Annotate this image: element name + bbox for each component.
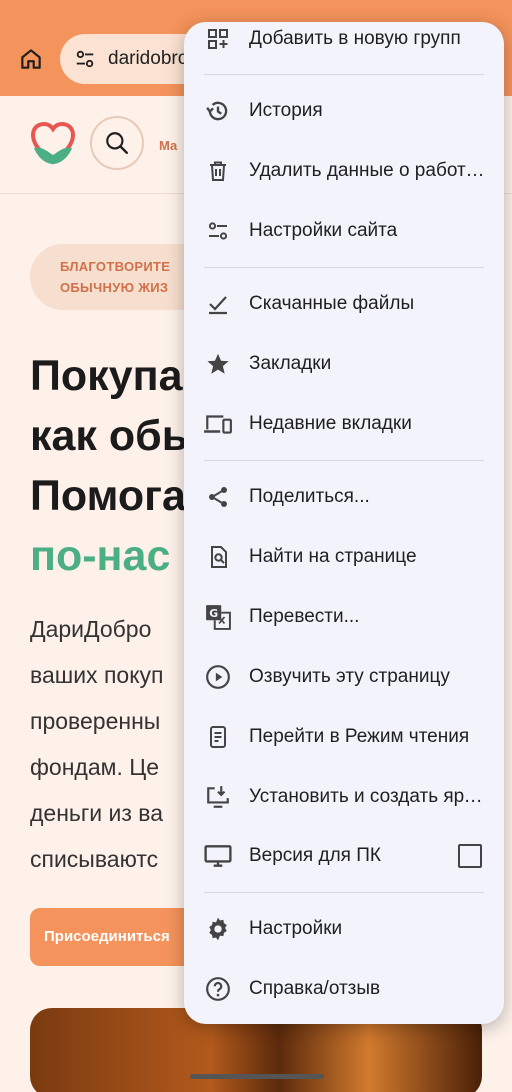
desktop-version-checkbox[interactable] <box>458 844 482 868</box>
settings-gear-icon <box>200 911 236 947</box>
desktop-icon <box>200 838 236 874</box>
menu-item-desktop-version[interactable]: Версия для ПК <box>184 827 504 885</box>
lead-line: списываютс <box>30 846 159 872</box>
hero-line: как обы <box>30 412 199 460</box>
home-button[interactable] <box>14 42 48 76</box>
menu-item-install[interactable]: Установить и создать ярлык <box>184 768 504 826</box>
menu-item-label: История <box>249 100 323 121</box>
downloads-icon <box>200 286 236 322</box>
translate-icon: G <box>200 599 236 635</box>
hero-line-accent: по-нас <box>30 532 171 580</box>
find-in-page-icon <box>200 539 236 575</box>
menu-item-reader-mode[interactable]: Перейти в Режим чтения <box>184 708 504 766</box>
menu-item-label: Настройки <box>249 918 343 939</box>
menu-divider <box>204 267 484 268</box>
share-icon <box>200 479 236 515</box>
help-icon <box>200 971 236 1007</box>
search-icon <box>106 132 128 154</box>
lead-paragraph: ДариДобро ваших покуп проверенны фондам.… <box>30 606 163 882</box>
menu-item-label: Озвучить эту страницу <box>249 666 450 687</box>
menu-item-label: Недавние вкладки <box>249 413 412 434</box>
browser-overflow-menu: Добавить в новую групп История Удалить д… <box>184 22 504 1024</box>
install-icon <box>200 779 236 815</box>
add-to-group-icon <box>200 22 236 57</box>
lead-line: ваших покуп <box>30 662 164 688</box>
menu-item-clear-data[interactable]: Удалить данные о работе в браузере <box>184 142 504 200</box>
hero-heading: Покупа как обы Помога по-нас <box>30 346 198 586</box>
menu-item-label: Удалить данные о работе в браузере <box>249 160 489 181</box>
menu-item-label: Добавить в новую групп <box>249 28 461 49</box>
menu-divider <box>204 74 484 75</box>
menu-item-downloads[interactable]: Скачанные файлы <box>184 275 504 333</box>
menu-item-label: Перейти в Режим чтения <box>249 726 470 747</box>
lead-line: проверенны <box>30 708 161 734</box>
menu-item-label: Скачанные файлы <box>249 293 415 314</box>
menu-item-find-in-page[interactable]: Найти на странице <box>184 528 504 586</box>
menu-item-translate[interactable]: G Перевести... <box>184 588 504 646</box>
menu-item-site-settings[interactable]: Настройки сайта <box>184 202 504 260</box>
menu-item-settings[interactable]: Настройки <box>184 900 504 958</box>
lead-line: ДариДобро <box>30 616 152 642</box>
menu-divider <box>204 460 484 461</box>
menu-item-label: Перевести... <box>249 606 360 627</box>
menu-item-history[interactable]: История <box>184 82 504 140</box>
menu-item-share[interactable]: Поделиться... <box>184 468 504 526</box>
hero-line: Помога <box>30 472 186 520</box>
star-icon <box>200 346 236 382</box>
svg-text:G: G <box>209 607 218 620</box>
url-text: daridobro <box>108 48 189 69</box>
site-search-button[interactable] <box>90 116 144 170</box>
play-icon <box>200 659 236 695</box>
menu-item-label: Поделиться... <box>249 486 370 507</box>
reader-mode-icon <box>200 719 236 755</box>
menu-item-label: Настройки сайта <box>249 220 398 241</box>
lead-line: деньги из ва <box>30 800 164 826</box>
hero-line: Покупа <box>30 352 183 400</box>
menu-item-help[interactable]: Справка/отзыв <box>184 960 504 1018</box>
menu-item-bookmarks[interactable]: Закладки <box>184 335 504 393</box>
menu-item-add-to-group[interactable]: Добавить в новую групп <box>184 22 504 68</box>
menu-item-recent-tabs[interactable]: Недавние вкладки <box>184 395 504 453</box>
devices-icon <box>200 406 236 442</box>
menu-item-label: Установить и создать ярлык <box>249 786 489 807</box>
gesture-nav-handle[interactable] <box>190 1074 324 1079</box>
menu-item-read-aloud[interactable]: Озвучить эту страницу <box>184 648 504 706</box>
menu-item-label: Справка/отзыв <box>249 978 381 999</box>
site-info-icon[interactable] <box>72 46 98 72</box>
home-icon <box>21 49 41 69</box>
menu-item-label: Найти на странице <box>249 546 417 567</box>
trash-icon <box>200 153 236 189</box>
menu-divider <box>204 892 484 893</box>
menu-item-label: Закладки <box>249 353 332 374</box>
history-icon <box>200 93 236 129</box>
lead-line: фондам. Це <box>30 754 160 780</box>
site-logo[interactable] <box>30 122 76 166</box>
site-nav-link[interactable]: Ма <box>159 138 177 153</box>
site-settings-icon <box>200 213 236 249</box>
menu-item-label: Версия для ПК <box>249 845 381 866</box>
